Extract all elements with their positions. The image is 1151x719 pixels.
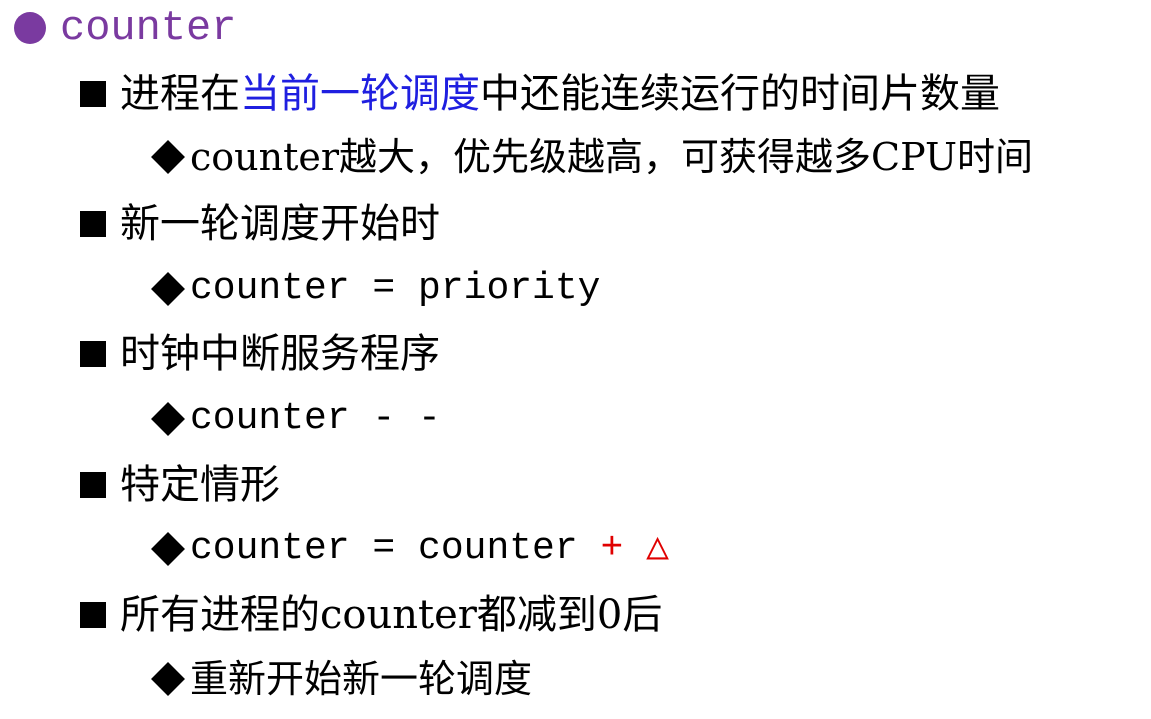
bullet-item-2: 新一轮调度开始时 bbox=[80, 204, 440, 244]
sub-item-3-text: counter - - bbox=[190, 397, 441, 440]
square-bullet-icon bbox=[80, 211, 106, 237]
diamond-bullet-icon bbox=[151, 140, 185, 174]
bullet-item-1: 进程在 当前一轮调度 中还能连续运行的时间片数量 bbox=[80, 74, 1000, 114]
square-bullet-icon bbox=[80, 602, 106, 628]
sub-item-2-text: counter = priority bbox=[190, 267, 601, 310]
sub-item-3: counter - - bbox=[150, 400, 441, 438]
sub-item-4-text: counter = counter bbox=[190, 527, 601, 570]
diamond-bullet-icon bbox=[151, 662, 185, 696]
item-2-text: 新一轮调度开始时 bbox=[120, 201, 440, 247]
sub-item-1-text: counter越大，优先级越高，可获得越多CPU时间 bbox=[190, 135, 1034, 179]
heading-title: counter bbox=[60, 4, 237, 52]
bullet-item-3: 时钟中断服务程序 bbox=[80, 334, 440, 374]
item-4-text: 特定情形 bbox=[120, 462, 280, 508]
bullet-item-4: 特定情形 bbox=[80, 465, 280, 505]
item-1-text-after: 中还能连续运行的时间片数量 bbox=[480, 71, 1000, 117]
section-heading: counter bbox=[14, 6, 236, 50]
square-bullet-icon bbox=[80, 472, 106, 498]
diamond-bullet-icon bbox=[151, 272, 185, 306]
item-3-text: 时钟中断服务程序 bbox=[120, 331, 440, 377]
diamond-bullet-icon bbox=[151, 402, 185, 436]
diamond-bullet-icon bbox=[151, 532, 185, 566]
square-bullet-icon bbox=[80, 81, 106, 107]
bullet-item-5: 所有进程的counter都减到0后 bbox=[80, 595, 662, 635]
sub-item-4: counter = counter + △ bbox=[150, 530, 669, 568]
sub-item-5: 重新开始新一轮调度 bbox=[150, 660, 532, 698]
sub-item-4-delta: + △ bbox=[600, 527, 669, 570]
sub-item-2: counter = priority bbox=[150, 270, 600, 308]
item-5-text: 所有进程的counter都减到0后 bbox=[120, 592, 663, 638]
heading-bullet-icon bbox=[14, 12, 46, 44]
sub-item-1: counter越大，优先级越高，可获得越多CPU时间 bbox=[150, 138, 1033, 176]
square-bullet-icon bbox=[80, 341, 106, 367]
item-1-text-before: 进程在 bbox=[120, 71, 240, 117]
sub-item-5-text: 重新开始新一轮调度 bbox=[190, 657, 533, 701]
item-1-highlight: 当前一轮调度 bbox=[240, 71, 480, 117]
